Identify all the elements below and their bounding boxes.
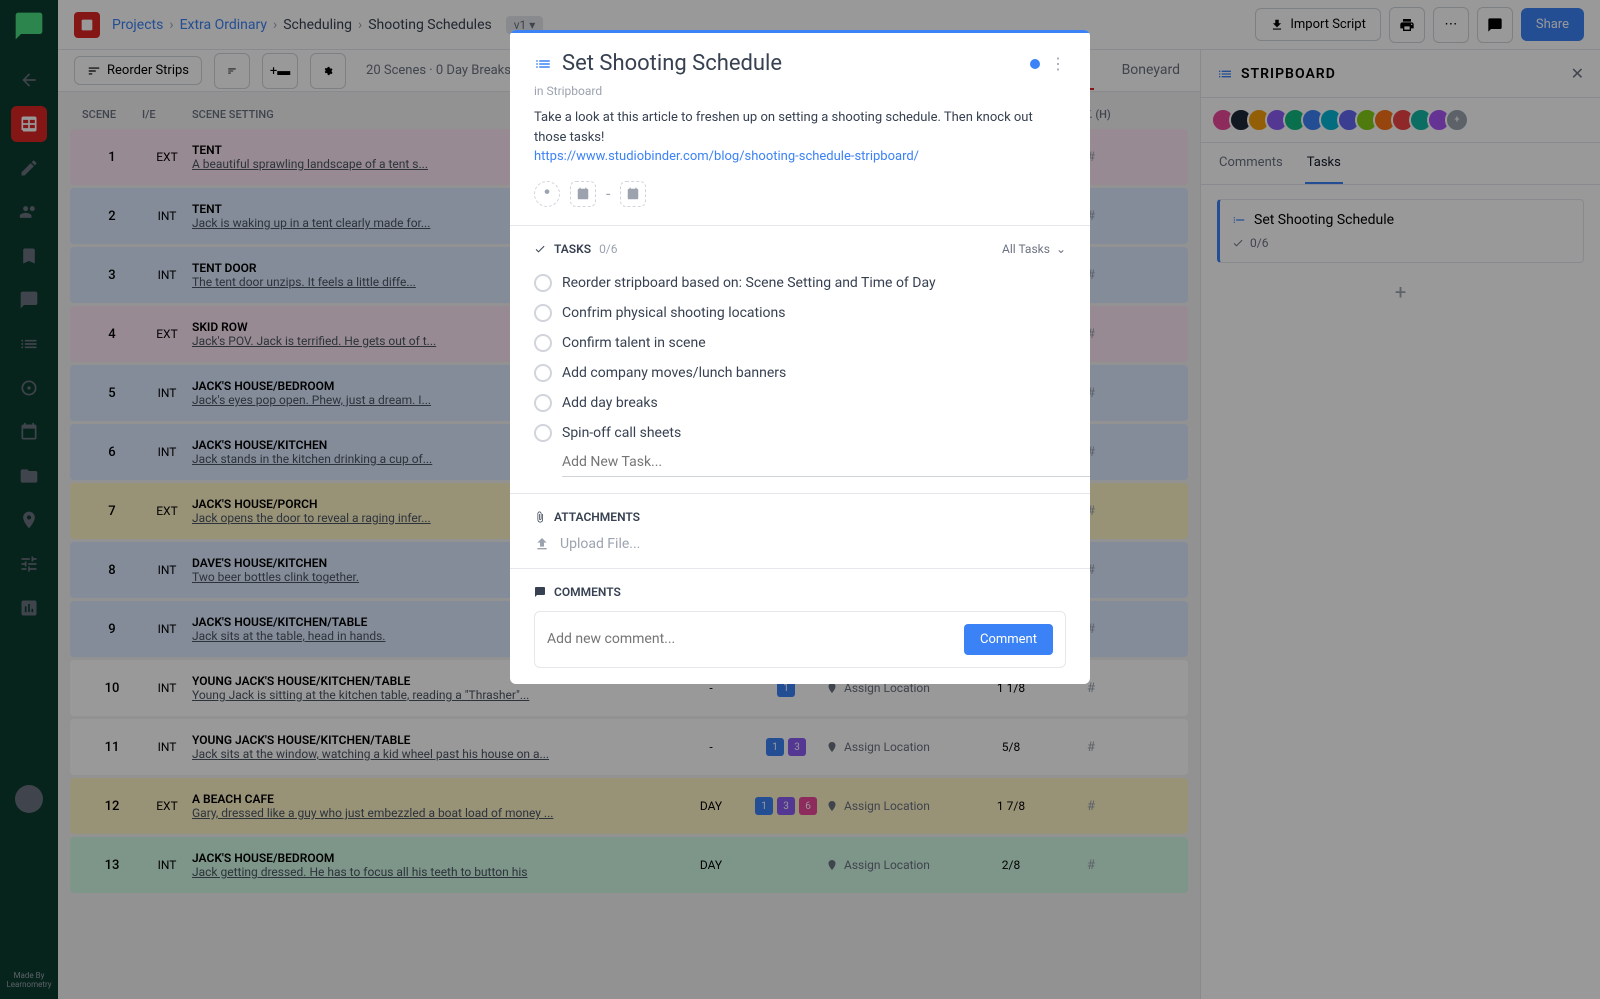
task-checkbox[interactable] (534, 274, 552, 292)
task-item: Spin-off call sheets (534, 418, 1066, 448)
assign-user-button[interactable] (534, 181, 560, 207)
chevron-down-icon: ⌄ (1056, 242, 1066, 256)
tasks-section: TASKS 0/6 All Tasks ⌄ Reorder stripboard… (510, 225, 1090, 493)
list-icon (534, 55, 552, 73)
task-detail-modal: ✕ Set Shooting Schedule ⋮ in Stripboard … (510, 30, 1090, 684)
comment-icon (534, 586, 546, 598)
task-item: Reorder stripboard based on: Scene Setti… (534, 268, 1066, 298)
comment-submit-button[interactable]: Comment (964, 624, 1053, 655)
modal-title: Set Shooting Schedule (562, 51, 782, 76)
task-checkbox[interactable] (534, 334, 552, 352)
comments-label: COMMENTS (554, 585, 621, 599)
tasks-count: 0/6 (599, 242, 617, 256)
modal-overlay: ✕ Set Shooting Schedule ⋮ in Stripboard … (0, 0, 1600, 999)
attachments-section: ATTACHMENTS Upload File... (510, 493, 1090, 568)
task-text: Confrim physical shooting locations (562, 305, 785, 321)
task-item: Confrim physical shooting locations (534, 298, 1066, 328)
task-text: Reorder stripboard based on: Scene Setti… (562, 275, 936, 291)
upload-file-button[interactable]: Upload File... (534, 536, 1066, 552)
comment-box: Comment (534, 611, 1066, 668)
status-dot (1030, 59, 1040, 69)
comments-section: COMMENTS Comment (510, 568, 1090, 684)
paperclip-icon (534, 511, 546, 523)
tasks-filter-dropdown[interactable]: All Tasks ⌄ (1002, 242, 1066, 256)
modal-subtitle: in Stripboard (510, 84, 1090, 104)
tasks-label: TASKS (554, 242, 591, 256)
task-checkbox[interactable] (534, 304, 552, 322)
attachments-label: ATTACHMENTS (554, 510, 640, 524)
end-date-button[interactable] (620, 181, 646, 207)
task-checkbox[interactable] (534, 424, 552, 442)
task-checkbox[interactable] (534, 364, 552, 382)
modal-meta-row: - (510, 181, 1090, 225)
task-text: Spin-off call sheets (562, 425, 681, 441)
modal-description: Take a look at this article to freshen u… (510, 104, 1090, 181)
task-item: Add day breaks (534, 388, 1066, 418)
task-item: Add company moves/lunch banners (534, 358, 1066, 388)
upload-icon (534, 536, 550, 552)
modal-more-button[interactable]: ⋮ (1050, 54, 1066, 73)
task-item: Confirm talent in scene (534, 328, 1066, 358)
task-checkbox[interactable] (534, 394, 552, 412)
task-text: Confirm talent in scene (562, 335, 706, 351)
comment-input[interactable] (547, 631, 964, 647)
add-task-input[interactable] (562, 448, 1090, 477)
modal-link[interactable]: https://www.studiobinder.com/blog/shooti… (534, 149, 919, 164)
check-icon (534, 243, 546, 255)
task-text: Add day breaks (562, 395, 658, 411)
task-text: Add company moves/lunch banners (562, 365, 786, 381)
start-date-button[interactable] (570, 181, 596, 207)
